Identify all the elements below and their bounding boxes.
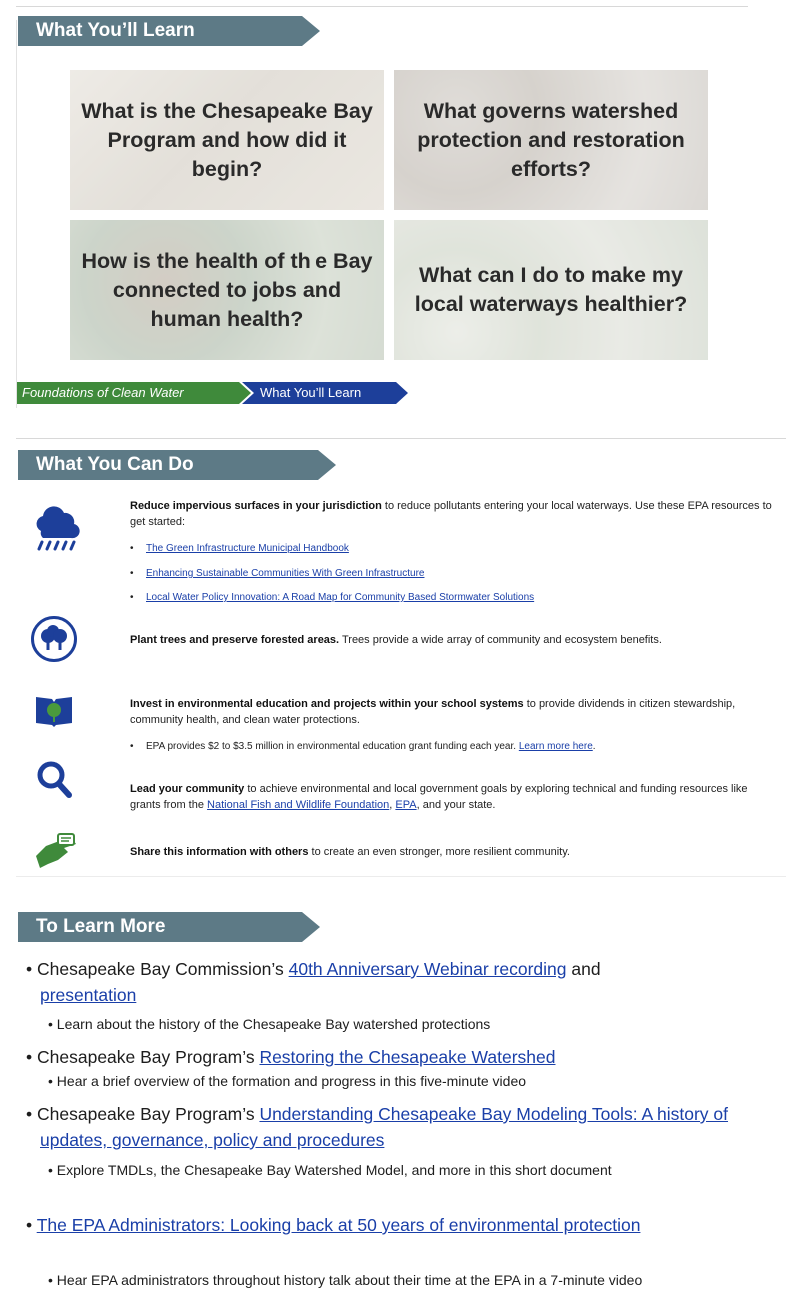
link-enhancing-sustainable-communities[interactable]: Enhancing Sustainable Communities With G… [146, 568, 424, 579]
learn-tile-3[interactable]: How is the health of th e Bay connected … [70, 220, 384, 360]
breadcrumb-what-youll-learn[interactable]: What You’ll Learn [242, 382, 408, 404]
more-banner: To Learn More [18, 912, 320, 942]
learn-tile-2[interactable]: What governs watershed protection and re… [394, 70, 708, 210]
top-rule [16, 6, 748, 7]
do-item-3: Invest in environmental education and pr… [130, 696, 778, 728]
more-item-3-sub: • Explore TMDLs, the Chesapeake Bay Wate… [48, 1162, 612, 1178]
section-divider-1 [16, 438, 786, 439]
do-item-1-bold: Reduce impervious surfaces in your juris… [130, 500, 382, 512]
more-item-3-pre: Chesapeake Bay Program’s [37, 1104, 260, 1124]
do-item-2-text: Trees provide a wide array of community … [339, 634, 662, 646]
link-presentation[interactable]: presentation [40, 985, 136, 1005]
link-learn-more-here[interactable]: Learn more here [519, 741, 593, 752]
do-item-2: Plant trees and preserve forested areas.… [130, 632, 778, 648]
do-item-4: Lead your community to achieve environme… [130, 781, 778, 813]
do-item-3-sub-end: . [592, 741, 596, 752]
link-nfwf[interactable]: National Fish and Wildlife Foundation [207, 799, 389, 811]
learn-tile-1-text: What is the Chesapeake Bay Program and h… [81, 98, 373, 181]
link-green-infrastructure-handbook[interactable]: The Green Infrastructure Municipal Handb… [146, 543, 349, 554]
link-restoring-chesapeake-watershed[interactable]: Restoring the Chesapeake Watershed [259, 1047, 555, 1067]
link-epa-administrators[interactable]: The EPA Administrators: Looking back at … [37, 1215, 641, 1235]
more-item-1-sub: • Learn about the history of the Chesape… [48, 1016, 491, 1032]
learn-tile-2-text: What governs watershed protection and re… [417, 98, 685, 181]
learn-tile-4-text: What can I do to make my local waterways… [414, 263, 688, 316]
do-item-3-bold: Invest in environmental education and pr… [130, 698, 524, 710]
more-item-2-sub: • Hear a brief overview of the formation… [48, 1073, 527, 1089]
do-item-3-sub: • EPA provides $2 to $3.5 million in envi… [130, 741, 596, 752]
learn-tile-3-text: How is the health of th e Bay connected … [81, 248, 373, 331]
more-item-1-mid: and [566, 959, 601, 979]
do-link-3-row: • Local Water Policy Innovation: A Road M… [130, 592, 535, 603]
trees-icon [31, 616, 77, 662]
link-40th-anniversary-webinar[interactable]: 40th Anniversary Webinar recording [289, 959, 567, 979]
more-item-1-pre: Chesapeake Bay Commission’s [37, 959, 289, 979]
link-epa[interactable]: EPA [395, 799, 416, 811]
do-item-2-bold: Plant trees and preserve forested areas. [130, 634, 340, 646]
more-item-2-sub-text: Hear a brief overview of the formation a… [56, 1073, 527, 1089]
section-divider-2 [16, 876, 786, 877]
more-item-2-pre: Chesapeake Bay Program’s [37, 1047, 260, 1067]
more-item-4: • The EPA Administrators: Looking back a… [26, 1215, 641, 1235]
do-banner: What You Can Do [18, 450, 336, 480]
link-local-water-policy[interactable]: Local Water Policy Innovation: A Road Ma… [146, 592, 534, 603]
do-item-5: Share this information with others to cr… [130, 844, 778, 860]
more-item-2: • Chesapeake Bay Program’s Restoring the… [26, 1047, 556, 1067]
more-item-1-sub-text: Learn about the history of the Chesapeak… [56, 1016, 491, 1032]
learn-banner: What You’ll Learn [18, 16, 320, 46]
more-item-4-sub: • Hear EPA administrators throughout his… [48, 1272, 643, 1288]
breadcrumb-foundations[interactable]: Foundations of Clean Water [16, 382, 251, 404]
do-item-5-bold: Share this information with others [130, 846, 309, 858]
more-item-3-sub-text: Explore TMDLs, the Chesapeake Bay Waters… [56, 1162, 612, 1178]
do-item-4-bold: Lead your community [130, 783, 245, 795]
more-item-1: • Chesapeake Bay Commission’s 40th Anniv… [26, 959, 601, 1005]
learn-frame-left [16, 20, 17, 408]
more-item-4-sub-text: Hear EPA administrators throughout histo… [56, 1272, 643, 1288]
do-item-1: Reduce impervious surfaces in your juris… [130, 498, 778, 530]
do-item-4-end: , and your state. [416, 799, 496, 811]
do-item-3-sub-text: EPA provides $2 to $3.5 million in envir… [146, 741, 519, 752]
search-icon [37, 761, 72, 798]
learn-tile-1[interactable]: What is the Chesapeake Bay Program and h… [70, 70, 384, 210]
book-tree-icon [36, 697, 72, 727]
share-hand-icon [36, 833, 76, 868]
do-item-5-text: to create an even stronger, more resilie… [308, 846, 570, 858]
do-link-1-row: • The Green Infrastructure Municipal Hand… [130, 543, 349, 554]
learn-tile-4[interactable]: What can I do to make my local waterways… [394, 220, 708, 360]
more-item-3: • Chesapeake Bay Program’s Understanding… [26, 1104, 729, 1150]
rain-cloud-icon [36, 506, 80, 551]
do-link-2-row: • Enhancing Sustainable Communities With … [130, 568, 425, 579]
